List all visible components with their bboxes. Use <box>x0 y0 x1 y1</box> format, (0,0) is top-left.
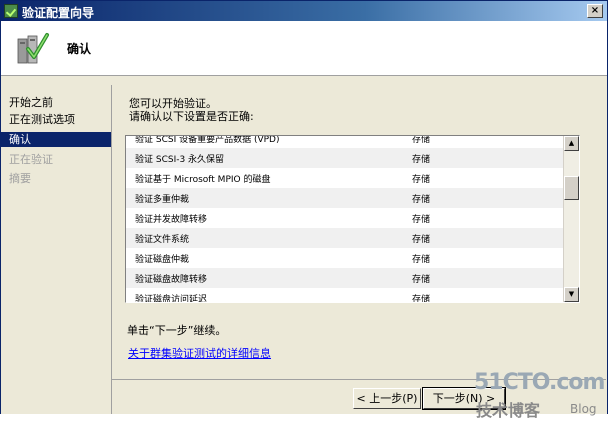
step-summary: 摘要 <box>9 172 31 185</box>
test-name: 验证基于 Microsoft MPIO 的磁盘 <box>135 175 271 185</box>
scroll-down-button[interactable]: ▼ <box>564 287 579 302</box>
test-name: 验证 SCSI-3 永久保留 <box>135 155 225 165</box>
step-testing-options[interactable]: 正在测试选项 <box>1 112 111 127</box>
watermark-site: 51CTO.com <box>474 370 605 395</box>
intro-line-1: 您可以开始验证。 <box>129 97 217 110</box>
test-name: 验证磁盘故障转移 <box>135 275 208 285</box>
list-item[interactable]: 验证磁盘访问延迟 存储 <box>126 288 564 303</box>
list-item[interactable]: 验证磁盘故障转移 存储 <box>126 268 564 288</box>
list-item[interactable]: 验证 SCSI-3 永久保留 存储 <box>126 148 564 168</box>
test-name: 验证文件系统 <box>135 235 190 245</box>
list-item[interactable]: 验证基于 Microsoft MPIO 的磁盘 存储 <box>126 168 564 188</box>
page-title: 确认 <box>67 42 92 56</box>
title-bar[interactable]: 验证配置向导 × <box>1 1 607 21</box>
test-category: 存储 <box>412 275 431 285</box>
scroll-up-button[interactable]: ▲ <box>564 136 579 151</box>
list-scrollbar[interactable]: ▲ ▼ <box>563 136 579 302</box>
settings-list[interactable]: 验证 SCSI 设备重要产品数据 (VPD) 存储 验证 SCSI-3 永久保留… <box>125 135 580 303</box>
list-item[interactable]: 验证并发故障转移 存储 <box>126 208 564 228</box>
wizard-window: 验证配置向导 × 确认 开始之前 正在测试选项 确认 正在验证 摘要 您可以开始… <box>0 0 608 416</box>
test-category: 存储 <box>412 155 431 165</box>
site-watermark: 51CTO.com 技术博客 Blog <box>474 370 605 420</box>
test-category: 存储 <box>412 195 431 205</box>
test-category: 存储 <box>412 215 431 225</box>
test-category: 存储 <box>412 175 431 185</box>
test-category: 存储 <box>412 235 431 245</box>
wizard-steps: 开始之前 正在测试选项 确认 正在验证 摘要 <box>1 90 111 415</box>
list-item[interactable]: 验证磁盘仲裁 存储 <box>126 248 564 268</box>
step-validating: 正在验证 <box>9 153 53 166</box>
validation-info-link[interactable]: 关于群集验证测试的详细信息 <box>128 345 271 361</box>
continue-hint: 单击“下一步”继续。 <box>127 324 227 337</box>
test-category: 存储 <box>412 135 431 145</box>
window-title: 验证配置向导 <box>22 6 95 20</box>
list-item[interactable]: 验证文件系统 存储 <box>126 228 564 248</box>
step-confirmation[interactable]: 确认 <box>1 132 111 147</box>
intro-line-2: 请确认以下设置是否正确: <box>129 110 254 123</box>
scroll-thumb[interactable] <box>564 176 579 200</box>
intro-text: 您可以开始验证。 请确认以下设置是否正确: <box>129 97 254 123</box>
wizard-header: 确认 <box>1 21 607 76</box>
previous-button[interactable]: < 上一步(P) <box>353 388 421 409</box>
test-name: 验证 SCSI 设备重要产品数据 (VPD) <box>135 135 280 145</box>
test-name: 验证多重仲裁 <box>135 195 190 205</box>
list-item[interactable]: 验证多重仲裁 存储 <box>126 188 564 208</box>
test-category: 存储 <box>412 255 431 265</box>
test-category: 存储 <box>412 295 431 303</box>
list-item[interactable]: 验证 SCSI 设备重要产品数据 (VPD) 存储 <box>126 135 564 148</box>
watermark-blog: Blog <box>570 402 597 416</box>
test-name: 验证并发故障转移 <box>135 215 208 225</box>
step-before-you-begin[interactable]: 开始之前 <box>1 95 111 110</box>
app-icon <box>4 4 18 18</box>
test-name: 验证磁盘访问延迟 <box>135 295 208 303</box>
validation-wizard-icon <box>17 33 49 64</box>
test-name: 验证磁盘仲裁 <box>135 255 190 265</box>
close-button[interactable]: × <box>587 4 603 18</box>
watermark-sub: 技术博客 <box>476 401 541 420</box>
confirmation-panel: 您可以开始验证。 请确认以下设置是否正确: 验证 SCSI 设备重要产品数据 (… <box>112 76 606 379</box>
